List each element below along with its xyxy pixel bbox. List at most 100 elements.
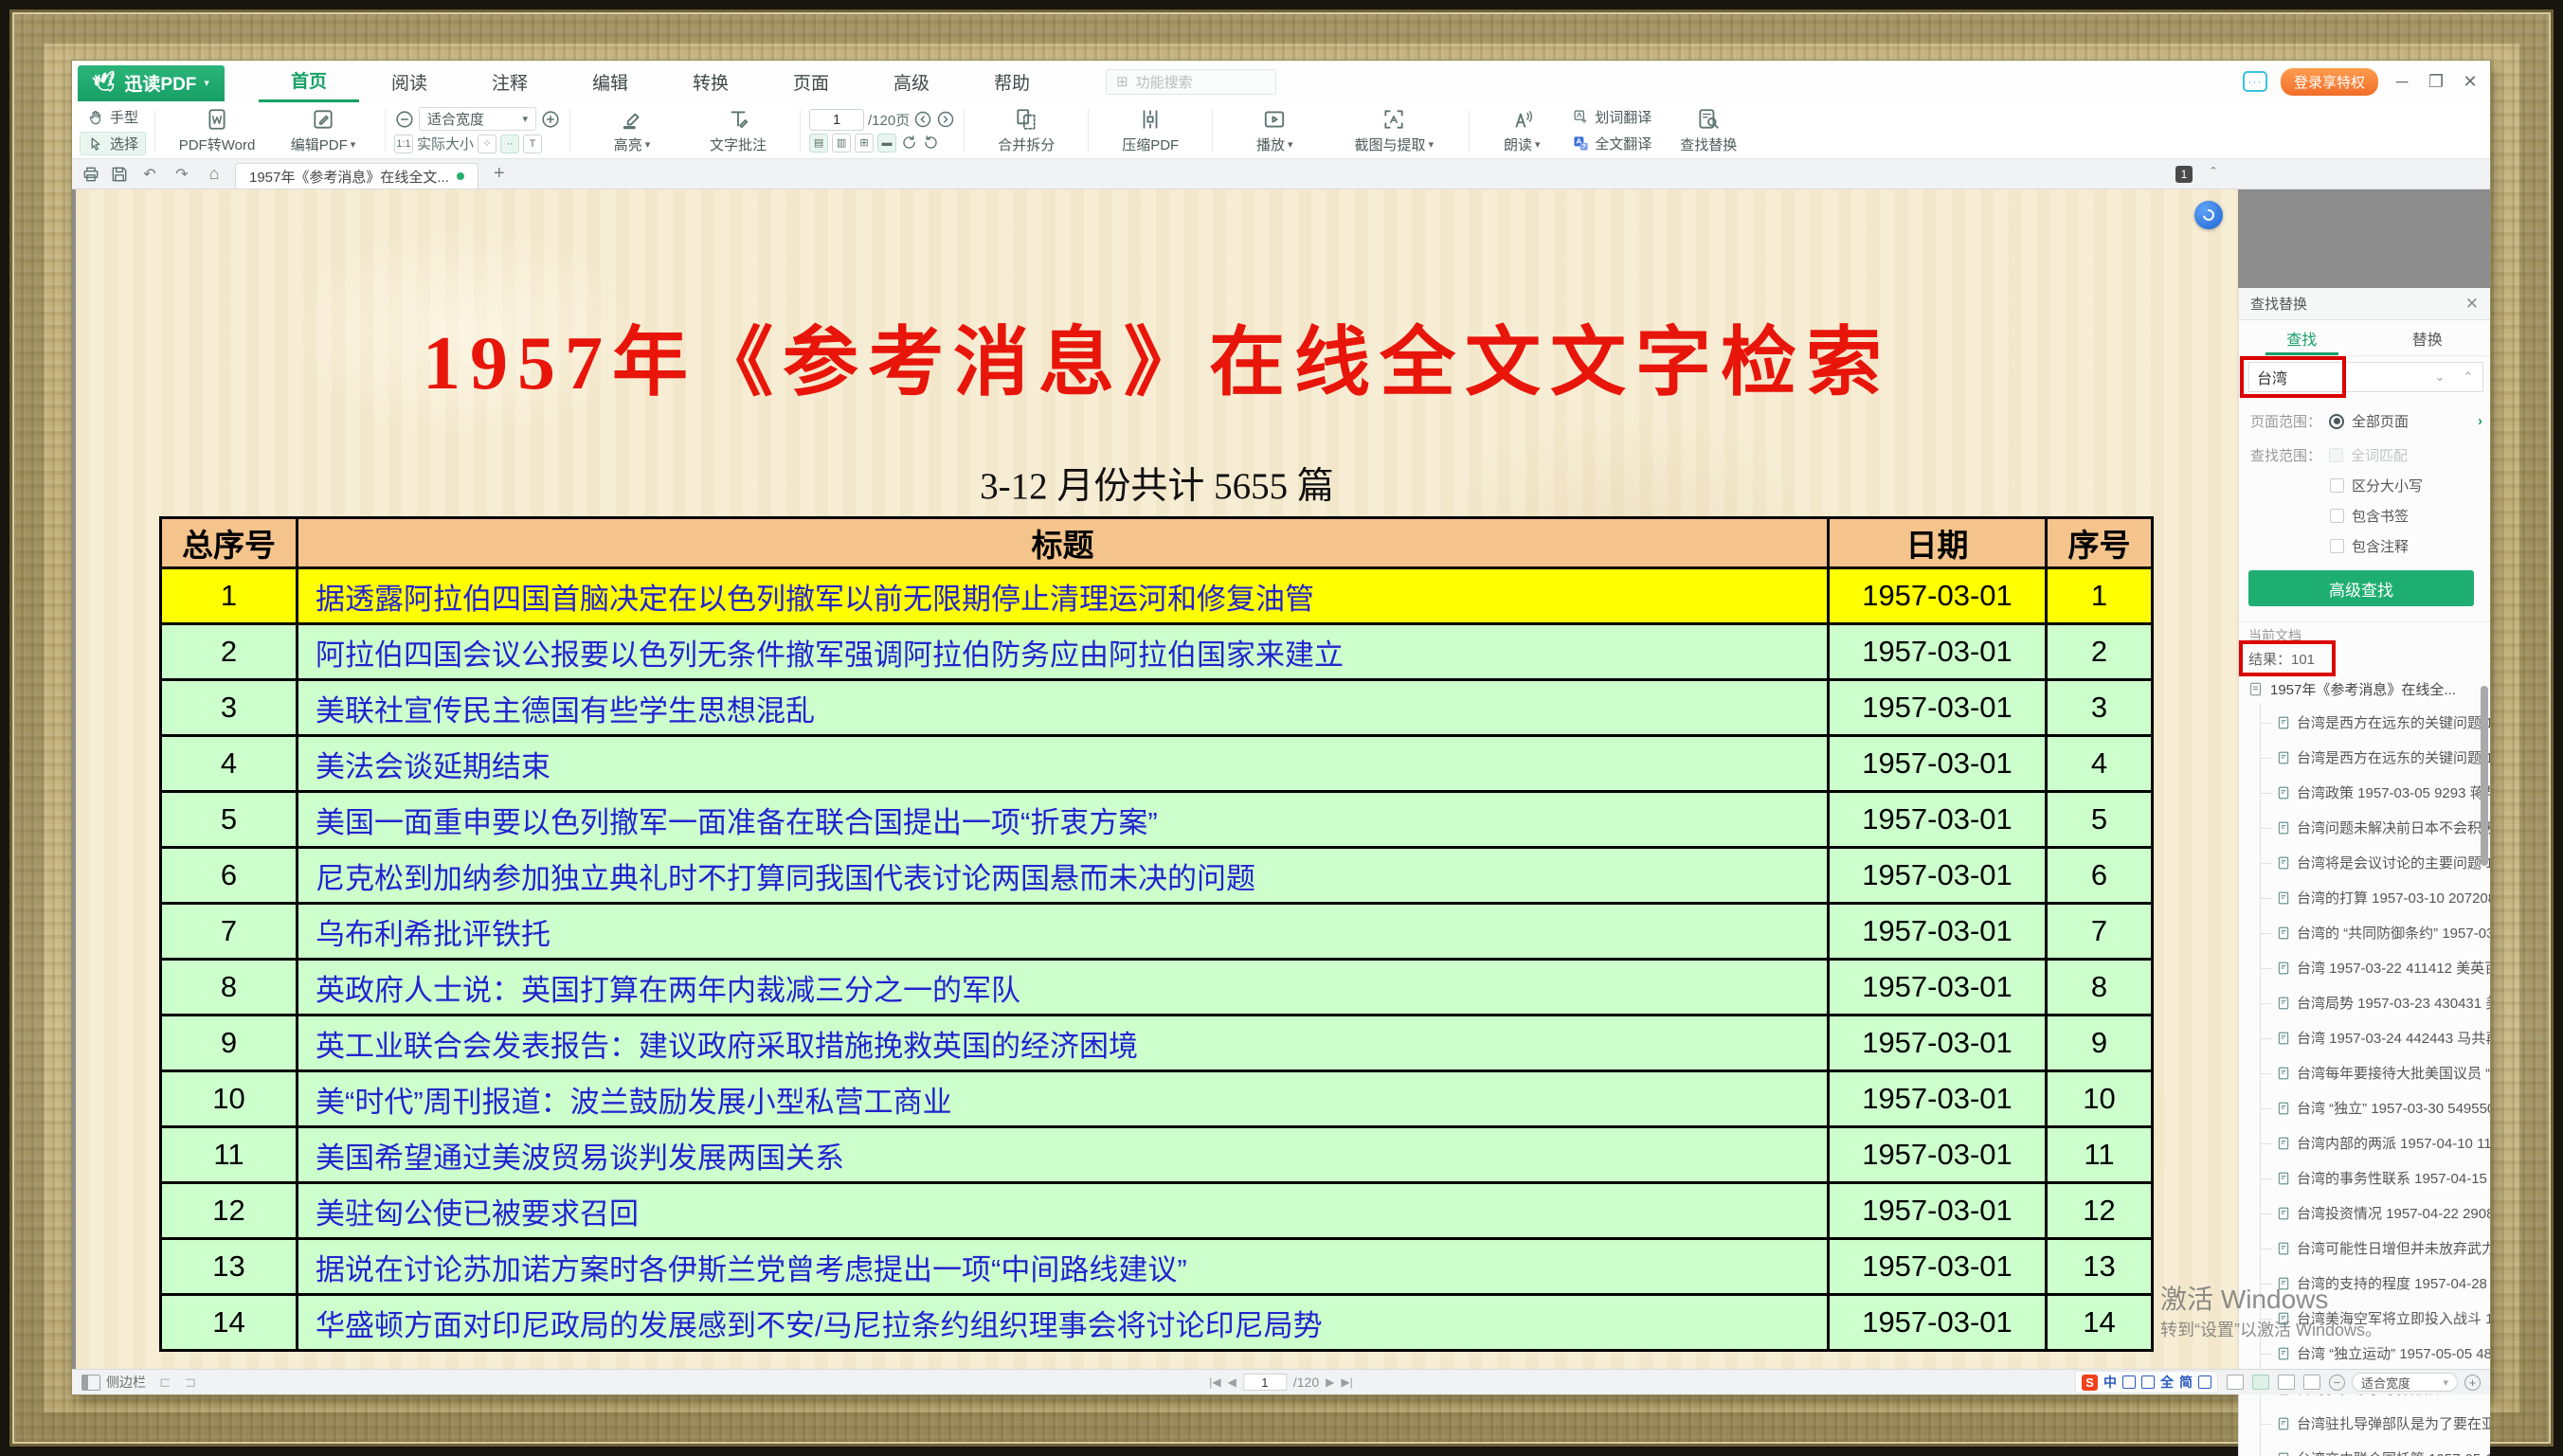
- search-result-item[interactable]: 台湾 1957-03-22 411412 美英百慕大: [2239, 950, 2490, 985]
- radio-all-pages[interactable]: [2329, 414, 2344, 429]
- search-result-item[interactable]: 台湾将是会议讨论的主要问题 1957-0: [2239, 845, 2490, 880]
- menu-item[interactable]: 帮助: [962, 61, 1062, 102]
- cell-title[interactable]: 乌布利希批评铁托: [298, 904, 1829, 960]
- panel-close-icon[interactable]: ✕: [2465, 295, 2479, 314]
- view-mode-thumb-icon[interactable]: [2303, 1375, 2320, 1390]
- collapse-ribbon-icon[interactable]: ˆ: [2202, 166, 2225, 183]
- read-aloud-button[interactable]: 朗读▾: [1478, 104, 1565, 157]
- fit-text-icon[interactable]: T: [523, 135, 542, 153]
- ime-bar[interactable]: S 中 全 简: [2075, 1371, 2218, 1393]
- checkbox-include-notes[interactable]: [2330, 539, 2344, 553]
- sidebar-toggle-icon[interactable]: [81, 1375, 100, 1391]
- new-tab-button[interactable]: +: [488, 163, 511, 185]
- checkbox-whole-word[interactable]: [2329, 448, 2343, 462]
- zoom-out-icon[interactable]: [394, 109, 415, 130]
- assistant-float-icon[interactable]: [2194, 201, 2223, 229]
- search-result-item[interactable]: 台湾是西方在远东的关键问题 1957-0: [2239, 740, 2490, 775]
- menu-item[interactable]: 注释: [460, 61, 560, 102]
- app-logo[interactable]: 🕊 迅读PDF ▾: [78, 65, 225, 101]
- single-page-icon[interactable]: ▤: [809, 134, 828, 153]
- compress-pdf-button[interactable]: 压缩PDF: [1097, 104, 1203, 157]
- print-icon[interactable]: [81, 165, 100, 184]
- search-result-item[interactable]: 台湾的打算 1957-03-10 207208 匈农: [2239, 880, 2490, 915]
- find-next-down-icon[interactable]: ⌄: [2426, 369, 2454, 385]
- menu-item[interactable]: 页面: [761, 61, 861, 102]
- cell-title[interactable]: 美“时代”周刊报道：波兰鼓励发展小型私营工商业: [298, 1071, 1829, 1127]
- last-page-icon[interactable]: ▶|: [1341, 1375, 1352, 1389]
- word-translate-button[interactable]: 划词翻译: [1565, 105, 1659, 129]
- prev-page-icon[interactable]: [913, 110, 932, 129]
- search-result-item[interactable]: 台湾 “独立” 1957-03-30 549550 美: [2239, 1090, 2490, 1125]
- hand-tool-button[interactable]: 手型: [80, 105, 146, 129]
- cell-title[interactable]: 美驻匈公使已被要求召回: [298, 1183, 1829, 1239]
- search-result-item[interactable]: 台湾内部的两派 1957-04-10 114682: [2239, 1125, 2490, 1160]
- minimize-button[interactable]: ─: [2392, 72, 2412, 92]
- search-result-item[interactable]: 台湾美海空军将立即投入战斗 1957-0: [2239, 1301, 2490, 1336]
- view-mode-single-icon[interactable]: [2252, 1375, 2269, 1390]
- search-result-item[interactable]: 台湾的支持的程度 1957-04-28 3679: [2239, 1266, 2490, 1301]
- search-result-item[interactable]: 台湾 1957-03-24 442443 马共再度提: [2239, 1020, 2490, 1055]
- four-page-icon[interactable]: ⊞: [855, 134, 874, 153]
- merge-split-button[interactable]: 合并拆分: [973, 104, 1079, 157]
- fit-width-icon[interactable]: ··: [500, 135, 519, 153]
- pdf-to-word-button[interactable]: PDF转Word: [164, 104, 270, 157]
- checkbox-include-bookmarks[interactable]: [2330, 509, 2344, 523]
- menu-item[interactable]: 转换: [660, 61, 761, 102]
- continuous-page-icon[interactable]: ▬: [877, 134, 896, 153]
- view-mode-read-icon[interactable]: [2227, 1375, 2244, 1390]
- zoom-in-icon[interactable]: +: [2464, 1375, 2481, 1391]
- cell-title[interactable]: 尼克松到加纳参加独立典礼时不打算同我国代表讨论两国悬而未决的问题: [298, 848, 1829, 904]
- cell-title[interactable]: 美国一面重申要以色列撤军一面准备在联合国提出一项“折衷方案”: [298, 792, 1829, 848]
- zoom-mode-select[interactable]: 适合宽度 ▾: [419, 107, 536, 131]
- search-result-item[interactable]: 台湾政策 1957-03-05 9293 蒋帮说我: [2239, 775, 2490, 810]
- text-annotation-button[interactable]: 文字批注: [685, 104, 791, 157]
- find-replace-button[interactable]: 查找替换: [1659, 104, 1758, 157]
- close-button[interactable]: ✕: [2460, 72, 2481, 92]
- prev-page-icon[interactable]: ◀: [1228, 1375, 1236, 1389]
- next-page-icon[interactable]: ▶: [1326, 1375, 1334, 1389]
- view-mode-double-icon[interactable]: [2278, 1375, 2295, 1390]
- find-prev-up-icon[interactable]: ⌃: [2454, 369, 2482, 385]
- search-result-item[interactable]: 台湾驻扎导弹部队是为了要在亚洲显示: [2239, 1406, 2490, 1441]
- next-page-icon[interactable]: [936, 110, 955, 129]
- login-button[interactable]: 登录享特权: [2281, 68, 2378, 96]
- maximize-button[interactable]: ❐: [2426, 72, 2446, 92]
- save-icon[interactable]: [110, 165, 129, 184]
- cell-title[interactable]: 据说在讨论苏加诺方案时各伊斯兰党曾考虑提出一项“中间路线建议”: [298, 1239, 1829, 1295]
- play-button[interactable]: 播放▾: [1221, 104, 1327, 157]
- two-page-icon[interactable]: ▥: [832, 134, 851, 153]
- search-result-item[interactable]: 台湾 “独立运动” 1957-05-05 4810: [2239, 1336, 2490, 1371]
- feature-search-box[interactable]: ⊞ 功能搜索: [1106, 69, 1276, 95]
- search-result-item[interactable]: 台湾局势 1957-03-23 430431 美国在: [2239, 985, 2490, 1020]
- zoom-in-icon[interactable]: [540, 109, 561, 130]
- cell-title[interactable]: 美法会谈延期结束: [298, 736, 1829, 792]
- menu-item[interactable]: 编辑: [560, 61, 660, 102]
- menu-item[interactable]: 阅读: [359, 61, 460, 102]
- page-number-input[interactable]: [809, 109, 864, 131]
- cell-title[interactable]: 阿拉伯四国会议公报要以色列无条件撤军强调阿拉伯防务应由阿拉伯国家来建立: [298, 624, 1829, 680]
- cell-title[interactable]: 英政府人士说：英国打算在两年内裁减三分之一的军队: [298, 960, 1829, 1016]
- highlight-button[interactable]: 高亮▾: [579, 104, 685, 157]
- cell-title[interactable]: 英工业联合会发表报告：建议政府采取措施挽救英国的经济困境: [298, 1016, 1829, 1071]
- menu-item[interactable]: 高级: [861, 61, 962, 102]
- panel-right-icon[interactable]: ⊐: [185, 1374, 197, 1391]
- capture-extract-button[interactable]: 截图与提取▾: [1327, 104, 1460, 157]
- feedback-chat-icon[interactable]: ···: [2243, 71, 2267, 92]
- document-tab[interactable]: 1957年《参考消息》在线全文...: [235, 163, 478, 189]
- tab-find[interactable]: 查找: [2239, 320, 2365, 355]
- expand-range-icon[interactable]: ›: [2478, 413, 2482, 429]
- search-result-item[interactable]: 台湾问题未解决前日本不会积极支持我: [2239, 810, 2490, 845]
- cell-title[interactable]: 美联社宣传民主德国有些学生思想混乱: [298, 680, 1829, 736]
- advanced-find-button[interactable]: 高级查找: [2248, 570, 2474, 606]
- menu-item[interactable]: 首页: [259, 61, 359, 102]
- search-result-item[interactable]: 台湾可能性日增但并未放弃武力准备 1: [2239, 1231, 2490, 1266]
- edit-pdf-button[interactable]: 编辑PDF▾: [270, 104, 376, 157]
- tree-root-item[interactable]: 1957年《参考消息》在线全...: [2239, 674, 2490, 703]
- panel-scrollbar-thumb[interactable]: [2481, 686, 2488, 866]
- tab-replace[interactable]: 替换: [2365, 320, 2491, 355]
- fit-page-icon[interactable]: ⁘: [478, 135, 496, 153]
- home-icon[interactable]: ⌂: [203, 164, 226, 184]
- checkbox-match-case[interactable]: [2330, 478, 2344, 493]
- rotate-cw-icon[interactable]: [900, 134, 918, 152]
- search-result-item[interactable]: 台湾的事务性联系 1957-04-15 1847: [2239, 1160, 2490, 1195]
